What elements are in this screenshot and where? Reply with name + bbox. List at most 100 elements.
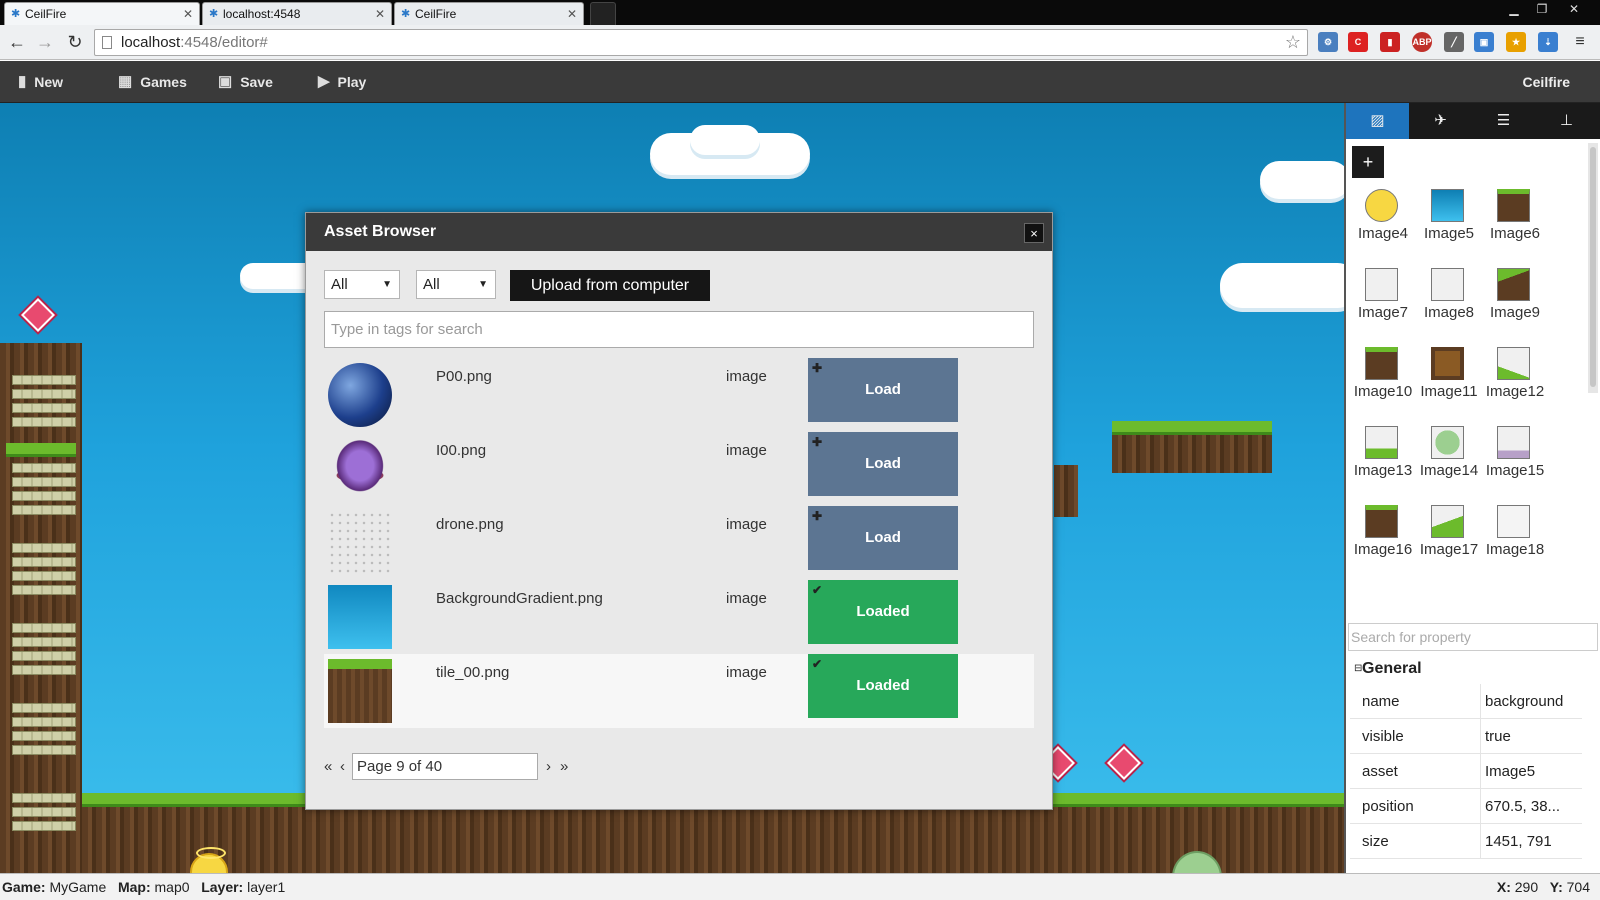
image-thumbnail[interactable]: Image12: [1482, 347, 1548, 423]
asset-type: image: [726, 516, 767, 533]
layer-label: Layer:: [201, 879, 244, 895]
property-row[interactable]: position 670.5, 38...: [1350, 789, 1582, 824]
extension-icon[interactable]: ╱: [1444, 32, 1464, 52]
scroll-thumb[interactable]: [1590, 147, 1596, 387]
property-row[interactable]: size 1451, 791: [1350, 824, 1582, 859]
extension-icon[interactable]: ⇣: [1538, 32, 1558, 52]
property-value[interactable]: Image5: [1480, 754, 1580, 789]
brand-name: Ceilfire: [1522, 74, 1570, 90]
thumb-label: Image8: [1423, 304, 1475, 321]
games-button[interactable]: ▦ Games: [118, 61, 187, 103]
next-page-button[interactable]: ›: [546, 753, 551, 780]
image-thumbnail[interactable]: Image5: [1416, 189, 1482, 265]
thumb-label: Image6: [1489, 225, 1541, 242]
extension-icon[interactable]: C: [1348, 32, 1368, 52]
property-value[interactable]: true: [1480, 719, 1580, 754]
image-thumbnail[interactable]: Image7: [1350, 268, 1416, 344]
type-filter-select[interactable]: All ▼: [324, 270, 400, 299]
ladder-plank: [12, 623, 76, 633]
extension-icon[interactable]: ▣: [1474, 32, 1494, 52]
tag-search-input[interactable]: Type in tags for search: [324, 311, 1034, 348]
asset-row: drone.png image ✚ Load: [324, 506, 1034, 580]
reload-icon[interactable]: ↻: [64, 32, 86, 54]
window-close-icon[interactable]: ✕: [1560, 0, 1588, 20]
property-row[interactable]: asset Image5: [1350, 754, 1582, 789]
thumb-label: Image18: [1485, 541, 1545, 558]
image-thumbnail[interactable]: Image17: [1416, 505, 1482, 581]
browser-tab-2[interactable]: ✱ localhost:4548 ✕: [202, 2, 392, 25]
image-thumbnail[interactable]: Image10: [1350, 347, 1416, 423]
last-page-button[interactable]: »: [560, 753, 568, 780]
close-tab-icon[interactable]: ✕: [183, 7, 193, 21]
property-value[interactable]: 1451, 791: [1480, 824, 1580, 859]
image-thumbnail[interactable]: Image11: [1416, 347, 1482, 423]
first-page-button[interactable]: «: [324, 753, 332, 780]
close-tab-icon[interactable]: ✕: [375, 7, 385, 21]
browser-tab-3[interactable]: ✱ CeilFire ✕: [394, 2, 584, 25]
hierarchy-icon[interactable]: ⊥: [1535, 103, 1598, 139]
forward-icon[interactable]: →: [34, 32, 56, 54]
image-thumbnail[interactable]: Image18: [1482, 505, 1548, 581]
page-input[interactable]: Page 9 of 40: [352, 753, 538, 780]
load-button[interactable]: ✚ Load: [808, 358, 958, 422]
list-icon[interactable]: ☰: [1472, 103, 1535, 139]
adblock-icon[interactable]: ABP: [1412, 32, 1432, 52]
menu-icon[interactable]: ≡: [1570, 32, 1590, 52]
thumbnail-scrollbar[interactable]: [1588, 143, 1598, 393]
thumb-tile: [1365, 505, 1398, 538]
add-asset-button[interactable]: +: [1352, 146, 1384, 178]
asset-type: image: [726, 368, 767, 385]
y-label: Y:: [1549, 879, 1563, 895]
image-thumbnail[interactable]: Image15: [1482, 426, 1548, 502]
thumb-crate: [1431, 347, 1464, 380]
plane-icon[interactable]: ✈: [1409, 103, 1472, 139]
image-thumbnail[interactable]: Image13: [1350, 426, 1416, 502]
load-button[interactable]: ✚ Load: [808, 506, 958, 570]
extension-icon[interactable]: ⚙: [1318, 32, 1338, 52]
image-thumbnail[interactable]: Image14: [1416, 426, 1482, 502]
minimize-icon[interactable]: ▁: [1500, 0, 1528, 20]
play-button[interactable]: ▶ Play: [318, 61, 366, 103]
ladder-plank: [12, 543, 76, 553]
upload-button[interactable]: Upload from computer: [510, 270, 710, 301]
image-thumbnail[interactable]: Image4: [1350, 189, 1416, 265]
property-row[interactable]: visible true: [1350, 719, 1582, 754]
extension-icon[interactable]: ▮: [1380, 32, 1400, 52]
close-icon[interactable]: ×: [1024, 223, 1044, 243]
asset-row: P00.png image ✚ Load: [324, 358, 1034, 432]
back-icon[interactable]: ←: [6, 32, 28, 54]
property-search-input[interactable]: Search for property: [1348, 623, 1598, 651]
browser-tab-1[interactable]: ✱ CeilFire ✕: [4, 2, 200, 25]
general-section-header[interactable]: ⊟ General: [1350, 654, 1582, 684]
image-thumbnail[interactable]: Image6: [1482, 189, 1548, 265]
loaded-button[interactable]: ✔ Loaded: [808, 580, 958, 644]
restore-icon[interactable]: ❐: [1528, 0, 1556, 20]
file-icon: ▮: [18, 73, 27, 90]
property-value[interactable]: background: [1480, 684, 1580, 719]
load-button[interactable]: ✚ Load: [808, 432, 958, 496]
ladder-plank: [12, 821, 76, 831]
loaded-button[interactable]: ✔ Loaded: [808, 654, 958, 718]
ceilfire-favicon-icon: ✱: [401, 8, 411, 20]
image-thumbnail[interactable]: Image8: [1416, 268, 1482, 344]
image-thumbnail[interactable]: Image9: [1482, 268, 1548, 344]
ladder-plank: [12, 375, 76, 385]
category-filter-select[interactable]: All ▼: [416, 270, 496, 299]
image-thumbnail[interactable]: Image16: [1350, 505, 1416, 581]
page-icon: [102, 36, 112, 49]
image-icon[interactable]: ▨: [1346, 103, 1409, 139]
prev-page-button[interactable]: ‹: [340, 753, 345, 780]
ladder-plank: [12, 807, 76, 817]
new-button[interactable]: ▮ New: [18, 61, 63, 103]
extension-icon[interactable]: ★: [1506, 32, 1526, 52]
property-row[interactable]: name background: [1350, 684, 1582, 719]
bookmark-star-icon[interactable]: ☆: [1285, 30, 1301, 55]
url-input[interactable]: localhost:4548/editor# ☆: [94, 29, 1308, 56]
save-button[interactable]: ▣ Save: [218, 61, 273, 103]
new-tab-button[interactable]: [590, 2, 616, 25]
collapse-icon[interactable]: ⊟: [1354, 654, 1362, 684]
map-value: map0: [154, 879, 190, 895]
thumb-gradient: [1431, 189, 1464, 222]
property-value[interactable]: 670.5, 38...: [1480, 789, 1580, 824]
close-tab-icon[interactable]: ✕: [567, 7, 577, 21]
